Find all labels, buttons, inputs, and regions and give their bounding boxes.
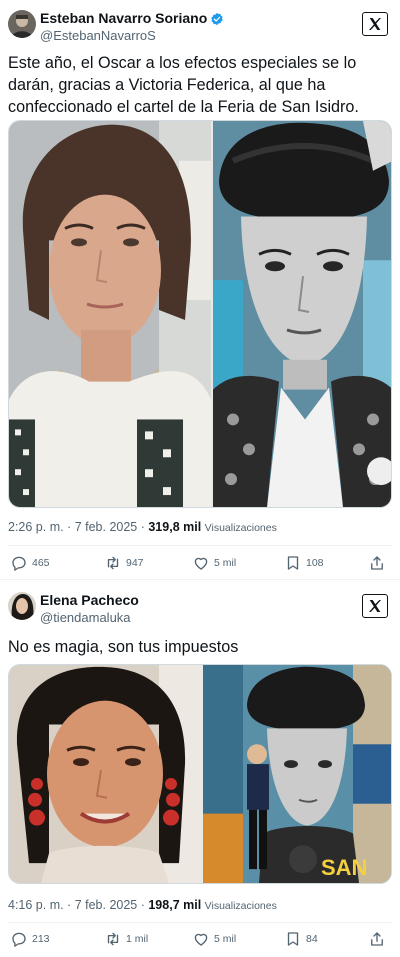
bookmark-icon: [287, 556, 299, 570]
repost-count: 1 mil: [126, 933, 149, 945]
tweet-header: Esteban Navarro Soriano @EstebanNavarroS: [8, 8, 392, 48]
display-name[interactable]: Esteban Navarro Soriano: [40, 10, 207, 27]
tweet-card[interactable]: Elena Pacheco @tiendamaluka No es magia,…: [0, 580, 400, 957]
divider: [8, 922, 392, 923]
avatar[interactable]: [8, 592, 36, 620]
photo-right[interactable]: [213, 121, 391, 507]
views-count: 198,7 mil: [148, 898, 202, 912]
like-button[interactable]: 5 mil: [192, 924, 236, 954]
avatar[interactable]: [8, 10, 36, 38]
reply-count: 213: [32, 933, 50, 945]
tweet-text: Este año, el Oscar a los efectos especia…: [8, 54, 359, 116]
reply-icon: [12, 932, 26, 947]
repost-button[interactable]: 1 mil: [104, 924, 148, 954]
bookmark-icon: [287, 932, 299, 946]
repost-button[interactable]: 947: [104, 548, 144, 578]
display-name[interactable]: Elena Pacheco: [40, 592, 139, 609]
like-icon: [194, 933, 208, 946]
repost-count: 947: [126, 557, 144, 569]
action-bar: 213 1 mil 5 mil 84: [8, 924, 392, 954]
views-count: 319,8 mil: [148, 520, 202, 534]
timestamp[interactable]: 2:26 p. m. · 7 feb. 2025 ·: [8, 520, 148, 534]
user-handle[interactable]: @tiendamaluka: [40, 610, 139, 626]
tweet-timestamp[interactable]: 2:26 p. m. · 7 feb. 2025 · 319,8 mil Vis…: [8, 520, 277, 534]
like-button[interactable]: 5 mil: [192, 548, 236, 578]
tweet-text: No es magia, son tus impuestos: [8, 638, 239, 656]
repost-icon: [107, 556, 119, 570]
bookmark-count: 108: [306, 557, 324, 569]
photo-right[interactable]: SAN: [203, 665, 391, 883]
views-label: Visualizaciones: [204, 522, 277, 534]
bookmark-count: 84: [306, 933, 318, 945]
repost-icon: [107, 932, 119, 946]
verified-badge-icon: [211, 12, 223, 25]
reply-count: 465: [32, 557, 50, 569]
bookmark-button[interactable]: 84: [284, 924, 318, 954]
tweet-header: Elena Pacheco @tiendamaluka: [8, 590, 392, 630]
reply-button[interactable]: 465: [10, 548, 50, 578]
divider: [8, 545, 392, 546]
share-icon: [371, 932, 383, 946]
photo-left[interactable]: [9, 665, 201, 883]
media-grid[interactable]: SAN: [8, 664, 392, 884]
photo-left[interactable]: [9, 121, 211, 507]
share-icon: [371, 556, 383, 570]
bookmark-button[interactable]: 108: [284, 548, 324, 578]
tweet-timestamp[interactable]: 4:16 p. m. · 7 feb. 2025 · 198,7 mil Vis…: [8, 898, 277, 912]
timestamp[interactable]: 4:16 p. m. · 7 feb. 2025 ·: [8, 898, 148, 912]
x-logo-icon[interactable]: [362, 12, 388, 36]
tweet-card[interactable]: Esteban Navarro Soriano @EstebanNavarroS…: [0, 0, 400, 580]
like-count: 5 mil: [214, 933, 237, 945]
media-grid[interactable]: [8, 120, 392, 508]
action-bar: 465 947 5 mil 108: [8, 548, 392, 578]
reply-icon: [12, 556, 26, 571]
user-handle[interactable]: @EstebanNavarroS: [40, 28, 224, 44]
like-count: 5 mil: [214, 557, 237, 569]
reply-button[interactable]: 213: [10, 924, 50, 954]
x-logo-icon[interactable]: [362, 594, 388, 618]
poster-text: SAN: [321, 855, 367, 880]
share-button[interactable]: [368, 548, 386, 578]
views-label: Visualizaciones: [204, 900, 277, 912]
like-icon: [194, 557, 208, 570]
share-button[interactable]: [368, 924, 386, 954]
